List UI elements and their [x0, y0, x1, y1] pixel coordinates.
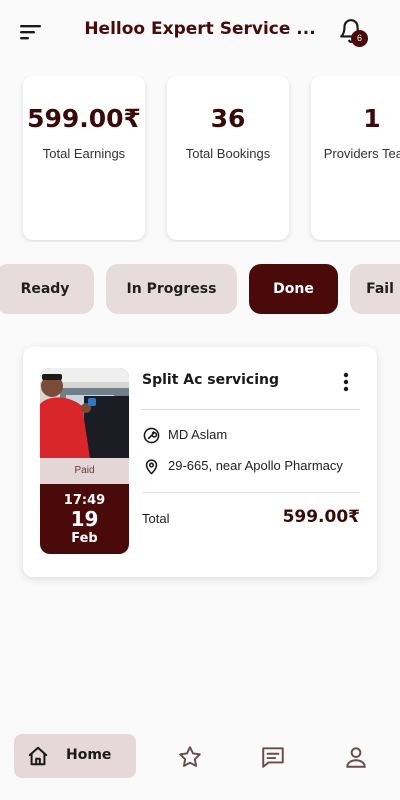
notification-badge: 6: [351, 30, 368, 47]
booking-day: 19: [70, 507, 99, 531]
divider: [142, 492, 360, 493]
stat-label: Providers Teams: [323, 146, 400, 161]
bottom-nav: Home: [0, 728, 400, 792]
address-row: 29-665, near Apollo Pharmacy: [142, 457, 360, 477]
total-label: Total: [142, 511, 170, 526]
nav-home[interactable]: Home: [14, 734, 136, 778]
tab-in-progress[interactable]: In Progress: [106, 264, 237, 314]
total-value: 599.00₹: [282, 507, 360, 527]
booking-thumbnail: Paid 17:49 19 Feb: [40, 368, 129, 554]
address-text: 29-665, near Apollo Pharmacy: [168, 458, 343, 473]
star-icon[interactable]: [177, 744, 203, 770]
divider: [142, 409, 360, 410]
home-icon: [28, 746, 48, 766]
stat-label: Total Earnings: [42, 146, 126, 161]
stat-card-earnings: 599.00₹ Total Earnings: [23, 76, 145, 240]
booking-card[interactable]: Paid 17:49 19 Feb Split Ac servicing MD …: [23, 347, 377, 577]
stats-row: 599.00₹ Total Earnings 36 Total Bookings…: [0, 76, 400, 242]
service-photo: [40, 368, 129, 458]
wrench-icon: [143, 427, 160, 444]
stat-card-bookings: 36 Total Bookings: [167, 76, 289, 240]
booking-datetime: 17:49 19 Feb: [40, 484, 129, 554]
notifications-button[interactable]: 6: [338, 18, 368, 48]
tab-fail[interactable]: Fail: [350, 264, 400, 314]
booking-time: 17:49: [63, 493, 106, 508]
provider-row: MD Aslam: [142, 426, 360, 446]
stat-value: 1: [363, 104, 381, 133]
provider-name: MD Aslam: [168, 427, 228, 442]
profile-icon[interactable]: [343, 744, 369, 770]
stat-value: 36: [210, 104, 246, 133]
payment-status: Paid: [40, 458, 129, 484]
booking-month: Feb: [71, 531, 98, 546]
chat-icon[interactable]: [260, 744, 286, 770]
stat-card-teams: 1 Providers Teams: [311, 76, 400, 240]
more-vertical-icon[interactable]: [341, 372, 351, 392]
tab-ready[interactable]: Ready: [0, 264, 94, 314]
stat-value: 599.00₹: [27, 104, 141, 133]
menu-icon[interactable]: [20, 23, 42, 41]
service-title: Split Ac servicing: [142, 372, 280, 388]
nav-home-label: Home: [66, 747, 112, 763]
app-header: Helloo Expert Service ... 6: [0, 0, 400, 62]
location-pin-icon: [145, 459, 158, 475]
stat-label: Total Bookings: [185, 146, 271, 161]
tab-done[interactable]: Done: [249, 264, 338, 314]
status-tabs: Ready In Progress Done Fail: [0, 264, 400, 316]
app-title: Helloo Expert Service ...: [84, 19, 316, 39]
